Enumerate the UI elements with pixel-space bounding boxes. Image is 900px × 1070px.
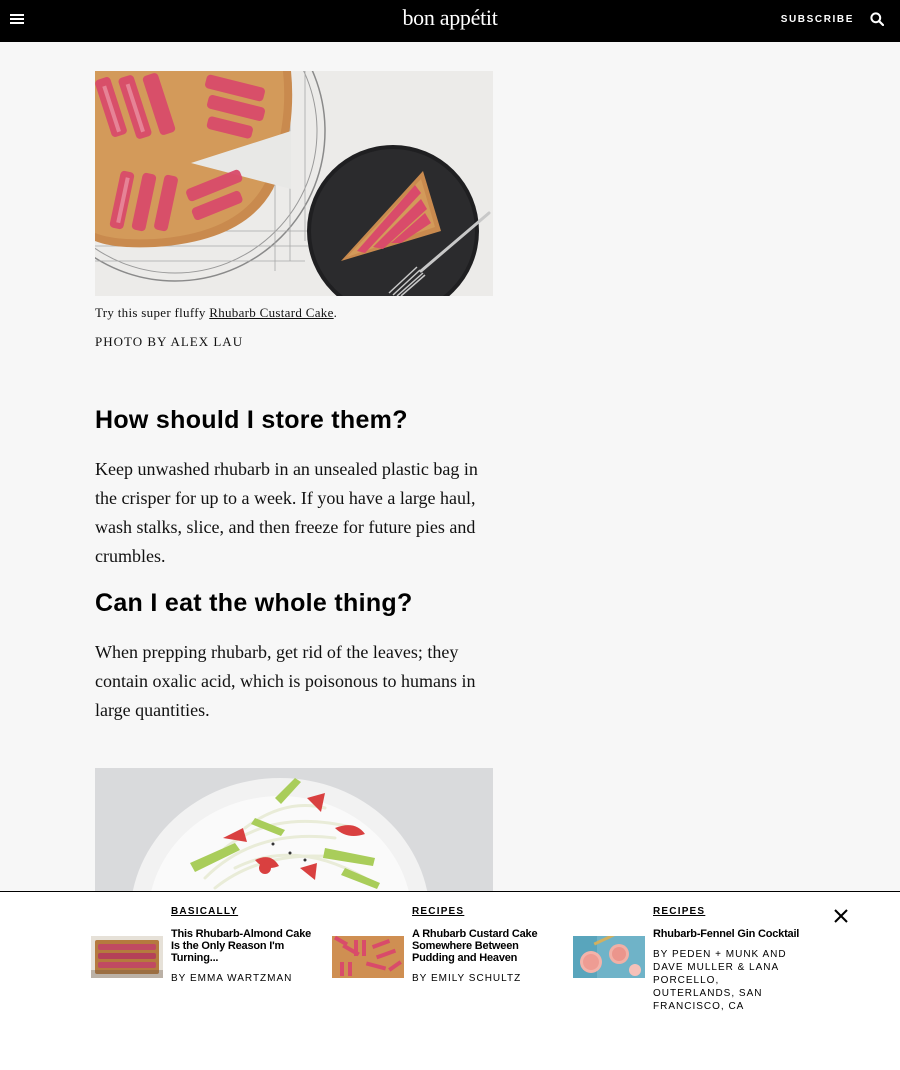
recirc-kicker-link[interactable]: RECIPES	[653, 906, 801, 917]
subscribe-link[interactable]: SUBSCRIBE	[781, 14, 854, 25]
search-icon[interactable]	[870, 12, 884, 26]
site-logo[interactable]: bon appétit	[0, 5, 900, 31]
rhubarb-custard-cake-link[interactable]: Rhubarb Custard Cake	[209, 305, 333, 320]
rhubarb-fennel-gin-cocktail-thumbnail[interactable]	[573, 936, 645, 978]
caption-prefix: Try this super fluffy	[95, 305, 210, 320]
recirc-byline: BY EMMA WARTZMAN	[171, 973, 293, 984]
section-heading: Can I eat the whole thing?	[95, 589, 413, 617]
recirc-title-link[interactable]: Rhubarb-Fennel Gin Cocktail	[653, 928, 801, 940]
recirc-byline: BY EMILY SCHULTZ	[412, 973, 522, 984]
photo-caption: Try this super fluffy Rhubarb Custard Ca…	[95, 305, 337, 321]
close-icon[interactable]	[834, 909, 848, 923]
section-heading: How should I store them?	[95, 406, 408, 434]
rhubarb-salad-photo	[95, 768, 493, 898]
photo-credit: PHOTO BY ALEX LAU	[95, 334, 244, 349]
rhubarb-almond-cake-thumbnail[interactable]	[91, 936, 163, 978]
recirculation-bar: BASICALLY This Rhubarb-Almond Cake Is th…	[0, 891, 900, 1070]
top-navigation-bar: bon appétit SUBSCRIBE	[0, 0, 900, 42]
recirc-title-link[interactable]: This Rhubarb-Almond Cake Is the Only Rea…	[171, 928, 319, 964]
recirc-byline: BY PEDEN + MUNK AND DAVE MULLER & LANA P…	[653, 949, 787, 1012]
recirc-title-link[interactable]: A Rhubarb Custard Cake Somewhere Between…	[412, 928, 560, 964]
section-body: Keep unwashed rhubarb in an unsealed pla…	[95, 459, 478, 566]
caption-suffix: .	[333, 305, 338, 320]
section-body: When prepping rhubarb, get rid of the le…	[95, 642, 476, 720]
rhubarb-custard-cake-photo	[95, 71, 493, 296]
recirc-card-text: RECIPES A Rhubarb Custard Cake Somewhere…	[412, 906, 560, 985]
recirc-card-text: RECIPES Rhubarb-Fennel Gin Cocktail BY P…	[653, 906, 801, 1013]
recirc-kicker-link[interactable]: RECIPES	[412, 906, 560, 917]
recirc-kicker-link[interactable]: BASICALLY	[171, 906, 319, 917]
rhubarb-custard-cake-thumbnail[interactable]	[332, 936, 404, 978]
recirc-card-text: BASICALLY This Rhubarb-Almond Cake Is th…	[171, 906, 319, 985]
